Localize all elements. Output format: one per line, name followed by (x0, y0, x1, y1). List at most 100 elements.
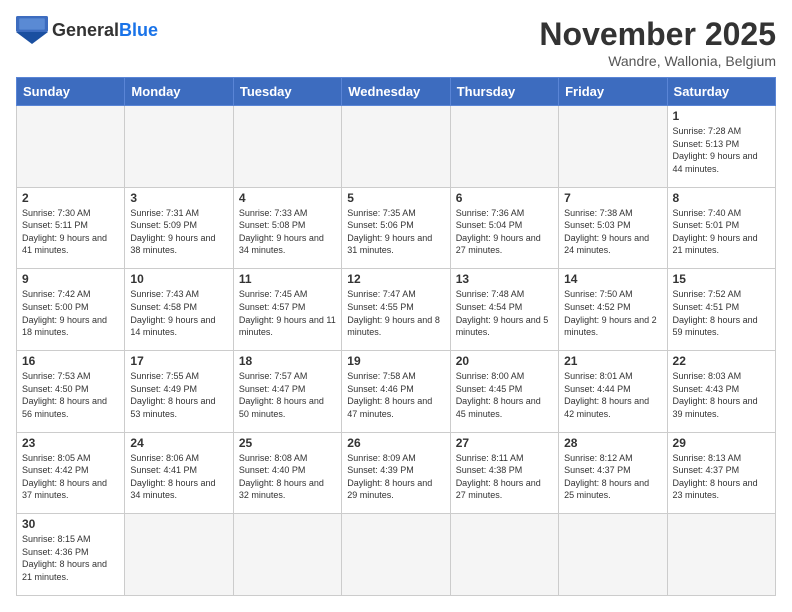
page: GeneralBlue November 2025 Wandre, Wallon… (0, 0, 792, 612)
day-number: 23 (22, 436, 119, 450)
calendar-day: 30Sunrise: 8:15 AM Sunset: 4:36 PM Dayli… (17, 514, 125, 596)
day-number: 6 (456, 191, 553, 205)
month-title: November 2025 (539, 16, 776, 53)
calendar-day (450, 106, 558, 188)
calendar-day: 2 Sunrise: 7:30 AM Sunset: 5:11 PM Daylig… (17, 187, 125, 269)
calendar-week-4: 23Sunrise: 8:05 AM Sunset: 4:42 PM Dayli… (17, 432, 776, 514)
day-info: Sunrise: 7:43 AM Sunset: 4:58 PM Dayligh… (130, 288, 227, 338)
calendar-day: 1Sunrise: 7:28 AM Sunset: 5:13 PM Daylig… (667, 106, 775, 188)
calendar-day (342, 514, 450, 596)
col-friday: Friday (559, 78, 667, 106)
day-info: Sunrise: 7:38 AM Sunset: 5:03 PM Dayligh… (564, 207, 661, 257)
calendar-day (233, 514, 341, 596)
calendar-day: 11 Sunrise: 7:45 AM Sunset: 4:57 PM Dayli… (233, 269, 341, 351)
day-number: 15 (673, 272, 770, 286)
logo-icon (16, 16, 48, 44)
calendar-day: 12 Sunrise: 7:47 AM Sunset: 4:55 PM Dayli… (342, 269, 450, 351)
calendar-day (17, 106, 125, 188)
calendar-day: 21 Sunrise: 8:01 AM Sunset: 4:44 PM Dayli… (559, 350, 667, 432)
day-info: Sunrise: 7:50 AM Sunset: 4:52 PM Dayligh… (564, 288, 661, 338)
col-thursday: Thursday (450, 78, 558, 106)
day-info: Sunrise: 7:55 AM Sunset: 4:49 PM Dayligh… (130, 370, 227, 420)
day-number: 3 (130, 191, 227, 205)
day-info: Sunrise: 7:42 AM Sunset: 5:00 PM Dayligh… (22, 288, 119, 338)
day-info: Sunrise: 7:47 AM Sunset: 4:55 PM Dayligh… (347, 288, 444, 338)
day-number: 28 (564, 436, 661, 450)
day-number: 12 (347, 272, 444, 286)
calendar-day (667, 514, 775, 596)
calendar-day (450, 514, 558, 596)
calendar-day: 4 Sunrise: 7:33 AM Sunset: 5:08 PM Daylig… (233, 187, 341, 269)
day-info: Sunrise: 7:35 AM Sunset: 5:06 PM Dayligh… (347, 207, 444, 257)
location-subtitle: Wandre, Wallonia, Belgium (539, 53, 776, 69)
calendar-day: 14Sunrise: 7:50 AM Sunset: 4:52 PM Dayli… (559, 269, 667, 351)
day-number: 24 (130, 436, 227, 450)
day-number: 7 (564, 191, 661, 205)
logo: GeneralBlue (16, 16, 158, 44)
col-wednesday: Wednesday (342, 78, 450, 106)
calendar-day: 26Sunrise: 8:09 AM Sunset: 4:39 PM Dayli… (342, 432, 450, 514)
day-number: 30 (22, 517, 119, 531)
day-info: Sunrise: 8:13 AM Sunset: 4:37 PM Dayligh… (673, 452, 770, 502)
day-info: Sunrise: 7:45 AM Sunset: 4:57 PM Dayligh… (239, 288, 336, 338)
col-sunday: Sunday (17, 78, 125, 106)
day-info: Sunrise: 7:53 AM Sunset: 4:50 PM Dayligh… (22, 370, 119, 420)
calendar-day: 13 Sunrise: 7:48 AM Sunset: 4:54 PM Dayli… (450, 269, 558, 351)
day-number: 25 (239, 436, 336, 450)
day-info: Sunrise: 7:52 AM Sunset: 4:51 PM Dayligh… (673, 288, 770, 338)
calendar-week-3: 16 Sunrise: 7:53 AM Sunset: 4:50 PM Dayli… (17, 350, 776, 432)
day-number: 16 (22, 354, 119, 368)
calendar-week-5: 30Sunrise: 8:15 AM Sunset: 4:36 PM Dayli… (17, 514, 776, 596)
calendar-day: 15 Sunrise: 7:52 AM Sunset: 4:51 PM Dayli… (667, 269, 775, 351)
day-number: 13 (456, 272, 553, 286)
day-number: 17 (130, 354, 227, 368)
calendar-day (559, 106, 667, 188)
calendar-week-2: 9 Sunrise: 7:42 AM Sunset: 5:00 PM Daylig… (17, 269, 776, 351)
day-number: 11 (239, 272, 336, 286)
calendar-day (125, 514, 233, 596)
calendar-day: 10 Sunrise: 7:43 AM Sunset: 4:58 PM Dayli… (125, 269, 233, 351)
calendar-day: 3Sunrise: 7:31 AM Sunset: 5:09 PM Daylig… (125, 187, 233, 269)
calendar-day: 20Sunrise: 8:00 AM Sunset: 4:45 PM Dayli… (450, 350, 558, 432)
calendar-day: 22Sunrise: 8:03 AM Sunset: 4:43 PM Dayli… (667, 350, 775, 432)
day-number: 21 (564, 354, 661, 368)
day-number: 27 (456, 436, 553, 450)
calendar-day: 24Sunrise: 8:06 AM Sunset: 4:41 PM Dayli… (125, 432, 233, 514)
day-info: Sunrise: 7:33 AM Sunset: 5:08 PM Dayligh… (239, 207, 336, 257)
day-number: 18 (239, 354, 336, 368)
day-number: 2 (22, 191, 119, 205)
calendar-day: 9 Sunrise: 7:42 AM Sunset: 5:00 PM Daylig… (17, 269, 125, 351)
day-info: Sunrise: 8:03 AM Sunset: 4:43 PM Dayligh… (673, 370, 770, 420)
col-monday: Monday (125, 78, 233, 106)
calendar-day: 19Sunrise: 7:58 AM Sunset: 4:46 PM Dayli… (342, 350, 450, 432)
day-number: 4 (239, 191, 336, 205)
header: GeneralBlue November 2025 Wandre, Wallon… (16, 16, 776, 69)
calendar-day: 8 Sunrise: 7:40 AM Sunset: 5:01 PM Daylig… (667, 187, 775, 269)
calendar-day: 18 Sunrise: 7:57 AM Sunset: 4:47 PM Dayli… (233, 350, 341, 432)
calendar-day: 16 Sunrise: 7:53 AM Sunset: 4:50 PM Dayli… (17, 350, 125, 432)
calendar-day: 17 Sunrise: 7:55 AM Sunset: 4:49 PM Dayli… (125, 350, 233, 432)
day-info: Sunrise: 7:58 AM Sunset: 4:46 PM Dayligh… (347, 370, 444, 420)
day-info: Sunrise: 8:12 AM Sunset: 4:37 PM Dayligh… (564, 452, 661, 502)
day-info: Sunrise: 7:57 AM Sunset: 4:47 PM Dayligh… (239, 370, 336, 420)
calendar-day (342, 106, 450, 188)
day-info: Sunrise: 7:28 AM Sunset: 5:13 PM Dayligh… (673, 125, 770, 175)
day-number: 8 (673, 191, 770, 205)
col-saturday: Saturday (667, 78, 775, 106)
calendar-day (559, 514, 667, 596)
day-info: Sunrise: 7:48 AM Sunset: 4:54 PM Dayligh… (456, 288, 553, 338)
logo-text: GeneralBlue (52, 20, 158, 41)
title-block: November 2025 Wandre, Wallonia, Belgium (539, 16, 776, 69)
calendar-day (233, 106, 341, 188)
calendar-day: 28 Sunrise: 8:12 AM Sunset: 4:37 PM Dayli… (559, 432, 667, 514)
day-number: 20 (456, 354, 553, 368)
day-number: 10 (130, 272, 227, 286)
calendar-day: 23Sunrise: 8:05 AM Sunset: 4:42 PM Dayli… (17, 432, 125, 514)
day-info: Sunrise: 8:01 AM Sunset: 4:44 PM Dayligh… (564, 370, 661, 420)
calendar-day (125, 106, 233, 188)
calendar-day: 25Sunrise: 8:08 AM Sunset: 4:40 PM Dayli… (233, 432, 341, 514)
col-tuesday: Tuesday (233, 78, 341, 106)
day-info: Sunrise: 7:30 AM Sunset: 5:11 PM Dayligh… (22, 207, 119, 257)
day-info: Sunrise: 7:40 AM Sunset: 5:01 PM Dayligh… (673, 207, 770, 257)
day-number: 9 (22, 272, 119, 286)
